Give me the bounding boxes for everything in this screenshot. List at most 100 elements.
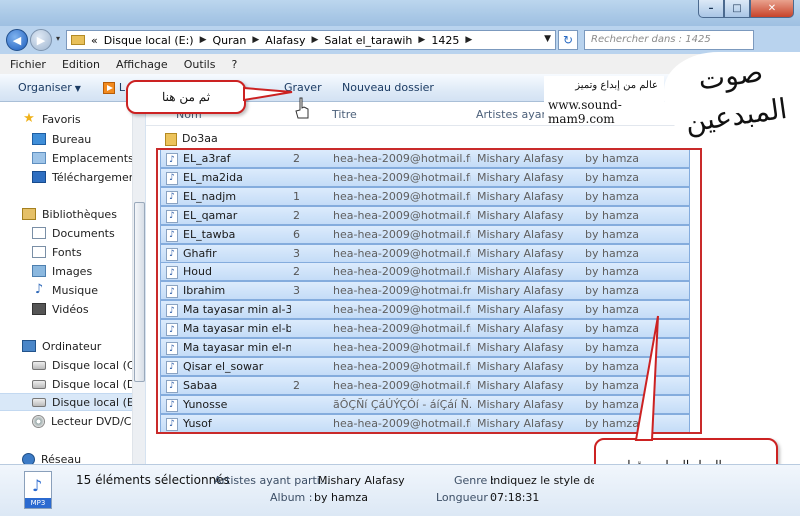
table-row[interactable]: ♪ EL_a3raf 2 hea-hea-2009@hotmail.fr Mishary… — [160, 149, 690, 168]
table-row[interactable]: ♪ EL_tawba 6 hea-hea-2009@hotmail.fr Mishary… — [160, 224, 690, 244]
table-row[interactable]: ♪ Ma tayasar min al-3... hea-hea-2009@hotm… — [160, 300, 690, 320]
nav-item-disk-c[interactable]: Disque local (C:) — [0, 356, 145, 374]
file-album: by hamza — [585, 152, 639, 165]
address-bar[interactable]: « Disque local (E:) ▶ Quran ▶ Alafasy ▶ … — [66, 30, 556, 50]
table-row[interactable]: ♪ EL_qamar 2 hea-hea-2009@hotmail.fr Mishary… — [160, 205, 690, 225]
nav-item-disk-e[interactable]: Disque local (E:) — [0, 393, 145, 411]
nav-item-recent-places[interactable]: Emplacements ré — [0, 149, 145, 167]
file-artist: Mishary Alafasy — [477, 341, 564, 354]
menu-view[interactable]: Affichage — [116, 58, 168, 71]
file-name: Do3aa — [182, 132, 218, 145]
callout-top-text: ثم من هنا — [161, 90, 211, 104]
file-artist: Mishary Alafasy — [477, 416, 564, 430]
track-number: 3 — [293, 246, 300, 260]
file-name: EL_a3raf — [183, 152, 231, 165]
column-title[interactable]: Titre — [332, 108, 357, 121]
file-album: by hamza — [585, 208, 639, 222]
nav-item-dvd[interactable]: Lecteur DVD/CD- — [0, 412, 145, 430]
table-row[interactable]: ♪ Ma tayasar min el-b... hea-hea-2009@hotm… — [160, 319, 690, 339]
breadcrumb: « Disque local (E:) ▶ Quran ▶ Alafasy ▶ … — [91, 34, 478, 47]
file-artist: Mishary Alafasy — [477, 322, 564, 336]
menu-file[interactable]: Fichier — [10, 58, 46, 71]
navigation-pane: ★ Favoris Bureau Emplacements ré Téléchar… — [0, 102, 146, 464]
nav-item-images[interactable]: Images — [0, 262, 145, 280]
nav-scrollbar[interactable] — [132, 102, 145, 464]
file-name: Ma tayasar min el-n... — [183, 341, 291, 354]
breadcrumb-item[interactable]: Quran — [213, 34, 247, 47]
chevron-right-icon[interactable]: ▶ — [200, 35, 207, 45]
file-name: Yusof — [183, 416, 212, 430]
chevron-right-icon[interactable]: ▶ — [252, 35, 259, 45]
maximize-button[interactable]: □ — [724, 0, 750, 18]
file-list: Nom Titre Artistes ayant p Do3aa ♪ EL_a3r… — [146, 102, 800, 464]
menu-edit[interactable]: Edition — [62, 58, 100, 71]
nav-libraries[interactable]: Bibliothèques — [0, 205, 145, 223]
file-artist: Mishary Alafasy — [477, 189, 564, 203]
file-album: by hamza — [585, 246, 639, 260]
nav-item-music[interactable]: ♪ Musique — [0, 281, 145, 299]
genre-value[interactable]: Indiquez le style de mu — [490, 474, 594, 487]
breadcrumb-item[interactable]: Alafasy — [265, 34, 305, 47]
table-row[interactable]: ♪ Yusof hea-hea-2009@hotmail.fr Mishary Ala… — [160, 413, 690, 433]
callout-top: ثم من هنا — [126, 80, 246, 114]
scrollbar-thumb[interactable] — [134, 202, 145, 382]
table-row[interactable]: ♪ Yunosse ãÔÇÑí ÇáÚÝÇÓí - áíÇáí Ñ... Mishar… — [160, 394, 690, 414]
nav-item-fonts[interactable]: Fonts — [0, 243, 145, 261]
audio-file-icon: ♪ — [166, 398, 178, 412]
chevron-down-icon[interactable]: ▼ — [544, 34, 551, 44]
refresh-button[interactable]: ↻ — [558, 30, 578, 50]
file-artist: Mishary Alafasy — [477, 152, 564, 165]
table-row[interactable]: ♪ Sabaa 2 hea-hea-2009@hotmail.fr Mishary Al… — [160, 375, 690, 395]
table-row[interactable]: ♪ Ma tayasar min el-n... hea-hea-2009@hotm… — [160, 338, 690, 357]
breadcrumb-overflow[interactable]: « — [91, 34, 98, 47]
table-row[interactable]: ♪ Ghafir 3 hea-hea-2009@hotmail.fr Mishary A… — [160, 243, 690, 263]
nav-item-documents[interactable]: Documents — [0, 224, 145, 242]
table-row[interactable]: ♪ Qisar el_sowar hea-hea-2009@hotmail.fr Mi… — [160, 356, 690, 376]
track-number: 2 — [293, 378, 300, 392]
nav-item-downloads[interactable]: Téléchargements — [0, 168, 145, 186]
forward-button[interactable]: ▶ — [30, 29, 52, 51]
window-controls: – □ ✕ — [698, 0, 794, 18]
nav-favorites[interactable]: ★ Favoris — [0, 110, 145, 128]
audio-file-icon: ♪ — [166, 190, 178, 204]
nav-item-disk-d[interactable]: Disque local (D:) — [0, 375, 145, 393]
play-button[interactable]: L — [102, 81, 125, 94]
breadcrumb-item[interactable]: Salat el_tarawih — [324, 34, 412, 47]
artists-value[interactable]: Mishary Alafasy — [318, 474, 405, 487]
length-value: 07:18:31 — [490, 491, 540, 504]
folder-icon — [165, 133, 177, 146]
table-row[interactable]: ♪ EL_nadjm 1 hea-hea-2009@hotmail.fr Mishary… — [160, 186, 690, 206]
new-folder-button[interactable]: Nouveau dossier — [342, 81, 434, 94]
table-row[interactable]: ♪ EL_ma2ida hea-hea-2009@hotmail.fr Mishary… — [160, 167, 690, 187]
minimize-button[interactable]: – — [698, 0, 724, 18]
search-input[interactable]: Rechercher dans : 1425 — [584, 30, 754, 50]
track-number: 2 — [293, 208, 300, 222]
table-row[interactable]: ♪ Ibrahim 3 hea-hea-2009@hotmai.fr Mishary A… — [160, 281, 690, 301]
menu-tools[interactable]: Outils — [184, 58, 216, 71]
file-title: ãÔÇÑí ÇáÚÝÇÓí - áíÇáí Ñ... — [333, 397, 471, 411]
album-value[interactable]: by hamza — [314, 491, 368, 504]
network-icon — [22, 452, 35, 464]
refresh-icon: ↻ — [562, 33, 574, 47]
desktop-icon — [32, 133, 46, 145]
music-note-icon: ♪ — [34, 282, 44, 297]
menu-help[interactable]: ? — [231, 58, 237, 71]
folder-row[interactable]: Do3aa — [160, 130, 690, 149]
back-button[interactable]: ◀ — [6, 29, 28, 51]
length-label: Longueur : — [436, 491, 496, 504]
breadcrumb-item[interactable]: Disque local (E:) — [104, 34, 194, 47]
recent-pages-dropdown[interactable]: ▾ — [56, 34, 60, 43]
nav-computer[interactable]: Ordinateur — [0, 337, 145, 355]
organize-button[interactable]: Organiser ▼ — [18, 81, 81, 94]
chevron-right-icon[interactable]: ▶ — [465, 35, 472, 45]
breadcrumb-item[interactable]: 1425 — [431, 34, 459, 47]
table-row[interactable]: ♪ Houd 2 hea-hea-2009@hotmail.fr Mishary Ala… — [160, 262, 690, 282]
close-button[interactable]: ✕ — [750, 0, 794, 18]
chevron-right-icon[interactable]: ▶ — [418, 35, 425, 45]
nav-item-desktop[interactable]: Bureau — [0, 130, 145, 148]
nav-item-videos[interactable]: Vidéos — [0, 300, 145, 318]
chevron-right-icon[interactable]: ▶ — [311, 35, 318, 45]
audio-file-icon: ♪ — [166, 171, 178, 185]
nav-network[interactable]: Réseau — [0, 450, 145, 464]
file-album: by hamza — [585, 170, 639, 184]
